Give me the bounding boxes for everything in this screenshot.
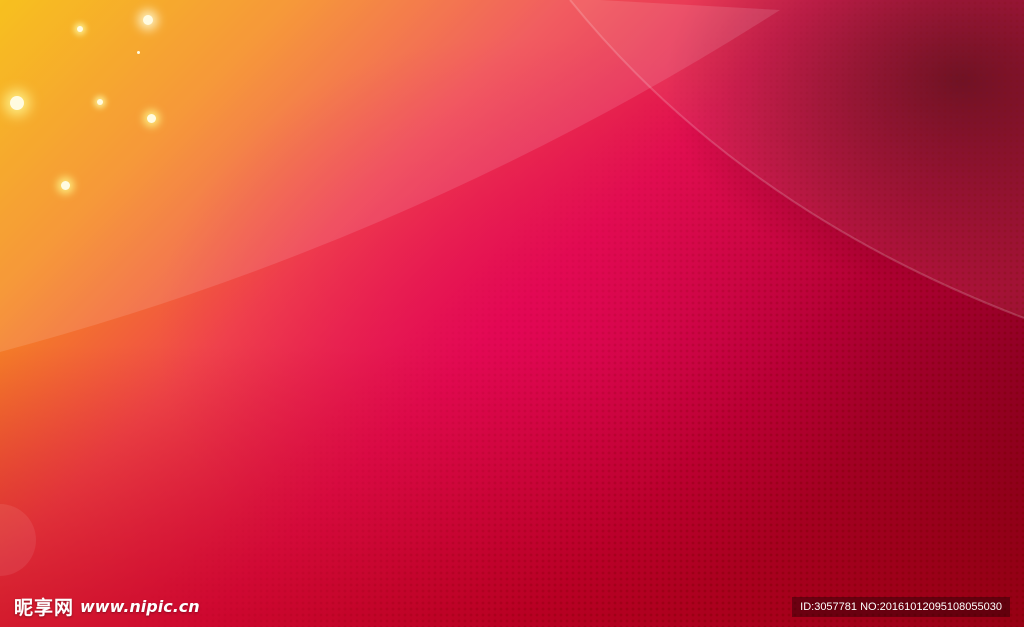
faint-bubble bbox=[0, 504, 36, 576]
sparkle-dot bbox=[10, 96, 24, 110]
sparkle-dot bbox=[137, 51, 140, 54]
background-image: 昵享网 www.nipic.cn ID:3057781 NO:201610120… bbox=[0, 0, 1024, 627]
light-arc-right bbox=[570, 0, 1024, 318]
sparkle-dot bbox=[61, 181, 70, 190]
watermark-id-bar: ID:3057781 NO:20161012095108055030 bbox=[792, 597, 1010, 617]
sparkle-dot bbox=[97, 99, 103, 105]
sparkle-dot bbox=[147, 114, 156, 123]
light-curves bbox=[0, 0, 1024, 576]
watermark-id-text: ID:3057781 NO:20161012095108055030 bbox=[800, 601, 1002, 613]
watermark-logo-text: 昵享网 bbox=[14, 596, 75, 619]
watermark-url: www.nipic.cn bbox=[80, 596, 200, 616]
watermark-logo: 昵享网 www.nipic.cn bbox=[14, 591, 200, 621]
sparkle-dot bbox=[77, 26, 83, 32]
sparkle-dot bbox=[143, 15, 153, 25]
